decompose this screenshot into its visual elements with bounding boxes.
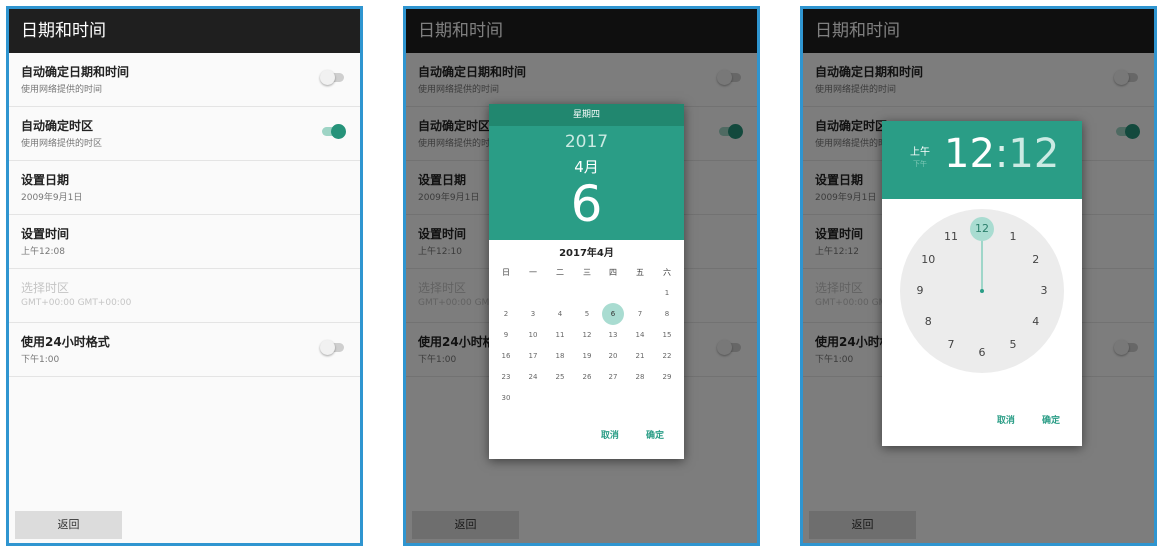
setting-title: 选择时区: [21, 281, 70, 295]
calendar-day[interactable]: 27: [602, 367, 624, 387]
weekday-header: 五: [636, 268, 644, 277]
setting-subtitle: GMT+00:00 GMT+00:00: [21, 298, 132, 308]
settings-panel-main: 日期和时间 自动确定日期和时间 使用网络提供的时间 自动确定时区 使用网络提供的…: [6, 6, 363, 546]
calendar-day[interactable]: 4: [549, 304, 571, 324]
setting-title: 自动确定日期和时间: [21, 65, 130, 79]
calendar-day[interactable]: 8: [656, 304, 678, 324]
calendar-day[interactable]: 13: [602, 325, 624, 345]
clock-number[interactable]: 7: [940, 334, 962, 356]
time-separator: :: [994, 131, 1009, 177]
weekday-header: 三: [583, 268, 591, 277]
calendar-day[interactable]: 18: [549, 346, 571, 366]
calendar-grid: 日一二三四五六 1 2 3 4 5 6 7 8 9 10 11 12 13 14 15 16 17 18 19 20 21…: [489, 259, 684, 415]
year-label[interactable]: 2017: [489, 132, 684, 152]
setting-title: 自动确定时区: [21, 119, 94, 133]
setting-set-date[interactable]: 设置日期 2009年9月1日: [9, 161, 360, 215]
hour-display[interactable]: 12: [944, 131, 995, 177]
auto-timezone-toggle[interactable]: [322, 124, 346, 139]
clock-number[interactable]: 6: [971, 342, 993, 364]
clock-number[interactable]: 2: [1025, 249, 1047, 271]
calendar-day[interactable]: 15: [656, 325, 678, 345]
clock-number[interactable]: 1: [1002, 226, 1024, 248]
calendar-day[interactable]: 24: [522, 367, 544, 387]
clock-number[interactable]: 8: [917, 311, 939, 333]
setting-subtitle: 使用网络提供的时区: [21, 139, 103, 149]
calendar-day[interactable]: 3: [522, 304, 544, 324]
calendar-day[interactable]: 30: [495, 388, 517, 408]
clock-number[interactable]: 9: [909, 280, 931, 302]
clock-number[interactable]: 11: [940, 226, 962, 248]
weekday-header: 一: [529, 268, 537, 277]
calendar-day[interactable]: 29: [656, 367, 678, 387]
calendar-day[interactable]: 10: [522, 325, 544, 345]
calendar-day[interactable]: 12: [576, 325, 598, 345]
ok-button[interactable]: 确定: [1042, 416, 1060, 426]
day-label: 6: [570, 175, 603, 233]
calendar-day[interactable]: 1: [656, 283, 678, 303]
cancel-button[interactable]: 取消: [997, 416, 1015, 426]
setting-subtitle: 使用网络提供的时间: [21, 85, 103, 95]
calendar-day[interactable]: 16: [495, 346, 517, 366]
calendar-day[interactable]: 14: [629, 325, 651, 345]
time-picker-header: 上午 下午 12:12: [882, 121, 1082, 199]
page-title: 日期和时间: [9, 9, 360, 53]
clock-number[interactable]: 10: [917, 249, 939, 271]
calendar-day[interactable]: 28: [629, 367, 651, 387]
setting-title: 使用24小时格式: [21, 335, 110, 349]
setting-auto-timezone[interactable]: 自动确定时区 使用网络提供的时区: [9, 107, 360, 161]
calendar-day[interactable]: 25: [549, 367, 571, 387]
setting-auto-datetime[interactable]: 自动确定日期和时间 使用网络提供的时间: [9, 53, 360, 107]
weekday-header: 六: [663, 268, 671, 277]
setting-subtitle: 2009年9月1日: [21, 193, 83, 203]
clock-face[interactable]: 12 1 2 3 4 5 6 7 8 9 10 11: [900, 209, 1064, 373]
time-picker-dialog: 上午 下午 12:12 12 1 2 3 4 5 6 7 8 9 10 11 取消 确定: [882, 121, 1082, 446]
settings-panel-time-picker: 日期和时间 自动确定日期和时间 使用网络提供的时间 自动确定时区 使用网络提供的…: [800, 6, 1157, 546]
weekday-header: 日: [502, 268, 510, 277]
weekday-header: 二: [556, 268, 564, 277]
calendar-day[interactable]: 21: [629, 346, 651, 366]
calendar-day[interactable]: 9: [495, 325, 517, 345]
calendar-day[interactable]: 5: [576, 304, 598, 324]
back-button[interactable]: 返回: [15, 511, 122, 539]
calendar-day[interactable]: 17: [522, 346, 544, 366]
cancel-button[interactable]: 取消: [601, 431, 619, 441]
setting-title: 设置时间: [21, 227, 70, 241]
auto-datetime-toggle[interactable]: [320, 70, 344, 85]
clock-number[interactable]: 3: [1033, 280, 1055, 302]
setting-subtitle: 下午1:00: [21, 355, 60, 365]
calendar-day[interactable]: 19: [576, 346, 598, 366]
weekday-header: 四: [609, 268, 617, 277]
setting-title: 设置日期: [21, 173, 70, 187]
clock-hand[interactable]: [981, 235, 983, 291]
calendar-day[interactable]: 23: [495, 367, 517, 387]
setting-subtitle: 上午12:08: [21, 247, 65, 257]
24h-format-toggle[interactable]: [320, 340, 344, 355]
date-picker-dialog: 星期四 2017 4月 6 2017年4月 日一二三四五六 1 2 3 4 5 6 7 8 9 10…: [489, 104, 684, 459]
setting-24h-format[interactable]: 使用24小时格式 下午1:00: [9, 323, 360, 377]
clock-number[interactable]: 5: [1002, 334, 1024, 356]
calendar-day[interactable]: 11: [549, 325, 571, 345]
calendar-day[interactable]: 7: [629, 304, 651, 324]
pm-toggle[interactable]: 下午: [913, 159, 927, 169]
calendar-day[interactable]: 2: [495, 304, 517, 324]
clock-number[interactable]: 12: [970, 217, 994, 241]
minute-display[interactable]: 12: [1008, 131, 1059, 177]
weekday-label: 星期四: [489, 104, 684, 126]
date-picker-header: 星期四 2017 4月 6: [489, 104, 684, 240]
time-display: 12:12: [944, 131, 1059, 177]
clock-number[interactable]: 4: [1025, 311, 1047, 333]
clock-center: [980, 289, 984, 293]
ok-button[interactable]: 确定: [646, 431, 664, 441]
setting-timezone: 选择时区 GMT+00:00 GMT+00:00: [9, 269, 360, 323]
calendar-day[interactable]: 6: [602, 303, 624, 325]
settings-panel-date-picker: 日期和时间 自动确定日期和时间 使用网络提供的时间 自动确定时区 使用网络提供的…: [403, 6, 760, 546]
setting-set-time[interactable]: 设置时间 上午12:08: [9, 215, 360, 269]
calendar-day[interactable]: 22: [656, 346, 678, 366]
calendar-day[interactable]: 20: [602, 346, 624, 366]
calendar-month-title: 2017年4月: [559, 248, 614, 259]
am-toggle[interactable]: 上午: [910, 143, 930, 158]
calendar-day[interactable]: 26: [576, 367, 598, 387]
